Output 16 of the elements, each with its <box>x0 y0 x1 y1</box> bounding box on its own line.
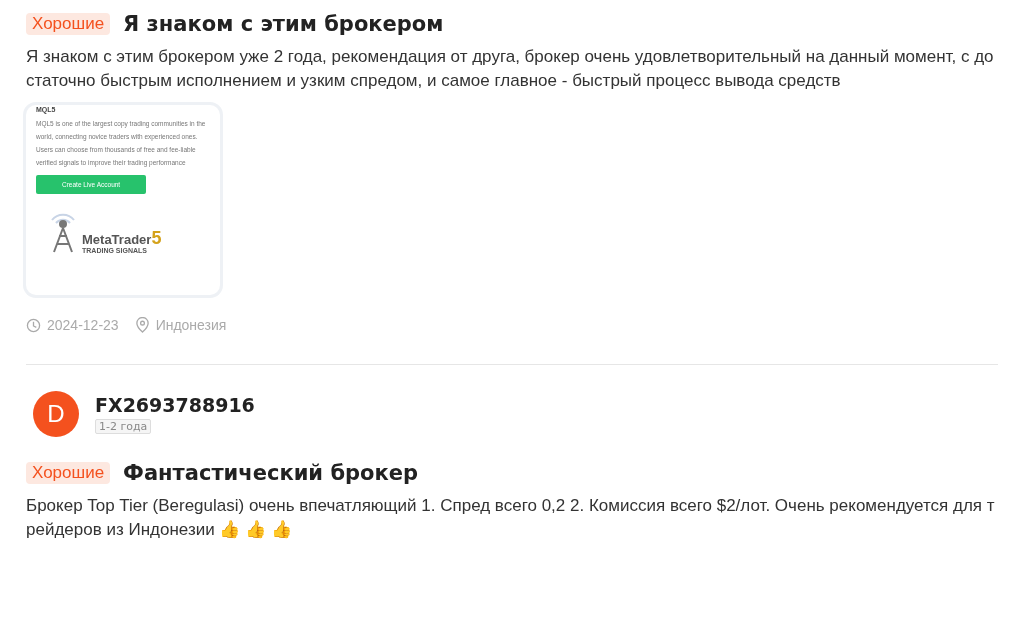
location-pin-icon <box>134 317 150 333</box>
logo-name: MetaTrader <box>82 232 152 247</box>
attached-screenshot[interactable] <box>26 105 220 295</box>
clock-icon <box>26 317 41 333</box>
rating-tag: Хорошие <box>26 462 111 484</box>
review-date: 2024-12-23 <box>47 317 119 333</box>
review-title: Я знаком с этим брокером <box>123 12 444 36</box>
tenure-badge: 1-2 года <box>95 419 152 434</box>
user-name: FX2693788916 <box>95 394 255 416</box>
logo-number: 5 <box>151 229 162 247</box>
review-title: Фантастический брокер <box>123 461 419 485</box>
review-text: Брокер Top Tier (Beregulasi) очень впечатляющий 1. Спред всего 0,2 2. Комиссия всего $2/лот. Очень рекомендуется для трейдеров из Индонезии 👍 👍 👍 <box>26 495 996 541</box>
review-text: Я знаком с этим брокером уже 2 года, рекомендация от друга, брокер очень удовлетворительный на данный момент, с достаточно быстрым исполнением и узким спредом, и самое главное - быстрый процесс вывода средств <box>26 46 995 92</box>
avatar: D <box>33 391 79 437</box>
rating-tag: Хорошие <box>26 13 111 35</box>
review-location: Индонезия <box>155 317 227 333</box>
